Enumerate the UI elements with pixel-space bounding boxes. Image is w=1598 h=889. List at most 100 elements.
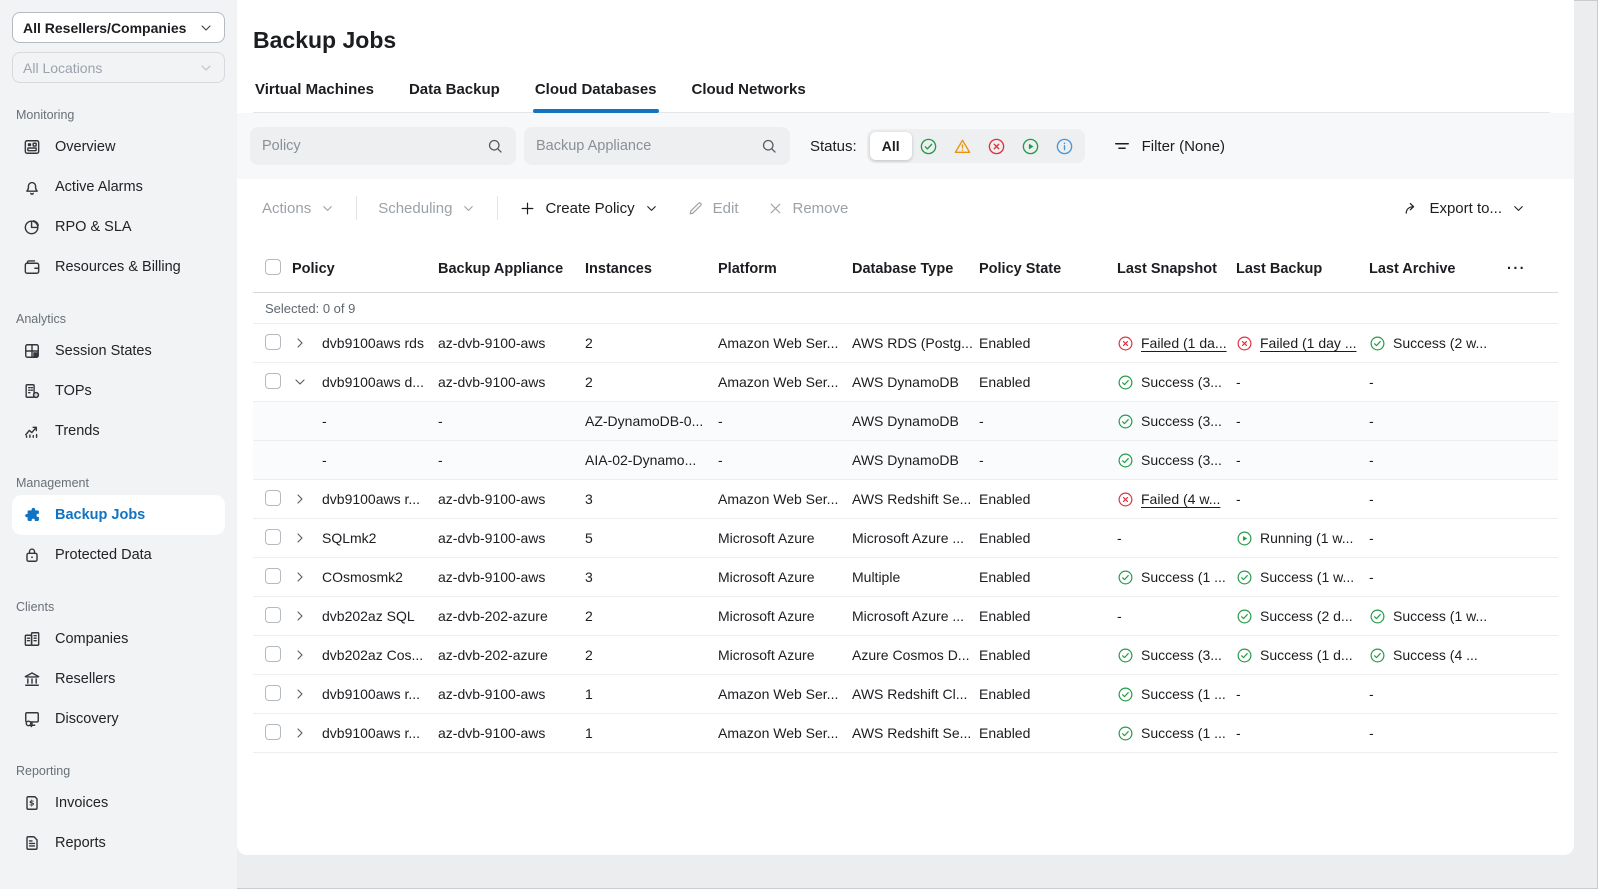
tab-virtual-machines[interactable]: Virtual Machines — [253, 81, 376, 112]
sidebar-item-trends[interactable]: Trends — [12, 411, 225, 451]
sidebar-item-rpo-sla[interactable]: RPO & SLA — [12, 207, 225, 247]
policy-search[interactable] — [250, 127, 516, 165]
chevron-right-icon[interactable] — [292, 335, 322, 351]
status-filter-running[interactable] — [1014, 132, 1048, 160]
status-filter-group: All — [867, 129, 1085, 163]
cell-backup-appliance: az-dvb-9100-aws — [438, 335, 585, 351]
resellers-select[interactable]: All Resellers/Companies — [12, 12, 225, 43]
chevron-right-icon[interactable] — [292, 686, 322, 702]
cell-last-snapshot-text: Success (3... — [1141, 647, 1222, 663]
sidebar-item-label: Backup Jobs — [55, 507, 145, 523]
status-filter-info[interactable] — [1048, 132, 1082, 160]
row-checkbox[interactable] — [265, 607, 281, 623]
sidebar-item-reports[interactable]: Reports — [12, 823, 225, 863]
policy-search-input[interactable] — [262, 138, 478, 154]
table-row[interactable]: dvb9100aws r... az-dvb-9100-aws 1 Amazon… — [253, 675, 1558, 714]
appliance-search-input[interactable] — [536, 138, 752, 154]
tab-cloud-networks[interactable]: Cloud Networks — [690, 81, 808, 112]
chevron-right-icon[interactable] — [292, 530, 322, 546]
sidebar-item-protected-data[interactable]: Protected Data — [12, 535, 225, 575]
select-all-checkbox[interactable] — [265, 259, 281, 275]
sidebar-item-session-states[interactable]: Session States — [12, 331, 225, 371]
section-label-management: Management — [16, 476, 221, 490]
status-filter-success[interactable] — [912, 132, 946, 160]
export-button[interactable]: Export to... — [1403, 200, 1526, 217]
chevron-right-icon[interactable] — [292, 491, 322, 507]
row-checkbox[interactable] — [265, 373, 281, 389]
page-title: Backup Jobs — [253, 27, 1550, 54]
row-checkbox[interactable] — [265, 646, 281, 662]
locations-select[interactable]: All Locations — [12, 52, 225, 83]
sidebar-item-resources-billing[interactable]: Resources & Billing — [12, 247, 225, 287]
table-row[interactable]: dvb9100aws d... az-dvb-9100-aws 2 Amazon… — [253, 363, 1558, 402]
table-row[interactable]: dvb9100aws r... az-dvb-9100-aws 3 Amazon… — [253, 480, 1558, 519]
chevron-down-icon — [198, 60, 214, 76]
appliance-search[interactable] — [524, 127, 790, 165]
row-checkbox[interactable] — [265, 568, 281, 584]
tab-data-backup[interactable]: Data Backup — [407, 81, 502, 112]
bell-icon — [22, 177, 42, 197]
cell-last-snapshot-text[interactable]: Failed (4 w... — [1141, 491, 1220, 507]
columns-menu-button[interactable]: ··· — [1505, 261, 1558, 277]
table-row[interactable]: dvb9100aws rds az-dvb-9100-aws 2 Amazon … — [253, 324, 1558, 363]
status-filter-all[interactable]: All — [870, 132, 912, 160]
sidebar-item-resellers[interactable]: Resellers — [12, 659, 225, 699]
sidebar-item-discovery[interactable]: Discovery — [12, 699, 225, 739]
remove-button[interactable]: Remove — [767, 200, 849, 217]
cell-database-type: Microsoft Azure ... — [852, 530, 979, 546]
sidebar-item-active-alarms[interactable]: Active Alarms — [12, 167, 225, 207]
cell-last-backup-text[interactable]: Failed (1 day ... — [1260, 335, 1357, 351]
cell-last-backup-text: Running (1 w... — [1260, 530, 1353, 546]
row-checkbox[interactable] — [265, 334, 281, 350]
sidebar-item-backup-jobs[interactable]: Backup Jobs — [12, 495, 225, 535]
sidebar-item-label: Resources & Billing — [55, 259, 181, 275]
table-row[interactable]: - - AIA-02-Dynamo... - AWS DynamoDB - Su… — [253, 441, 1558, 480]
edit-button[interactable]: Edit — [687, 200, 739, 217]
table-row[interactable]: COsmosmk2 az-dvb-9100-aws 3 Microsoft Az… — [253, 558, 1558, 597]
chevron-right-icon[interactable] — [292, 647, 322, 663]
row-checkbox[interactable] — [265, 724, 281, 740]
cell-last-snapshot: Failed (1 da... — [1117, 335, 1236, 352]
sidebar-item-companies[interactable]: Companies — [12, 619, 225, 659]
create-policy-button-label: Create Policy — [545, 200, 634, 217]
actions-button[interactable]: Actions — [262, 200, 335, 217]
scheduling-button[interactable]: Scheduling — [378, 200, 476, 217]
sidebar-item-overview[interactable]: Overview — [12, 127, 225, 167]
row-checkbox[interactable] — [265, 490, 281, 506]
grid-panes-icon — [22, 341, 42, 361]
status-filter-warning[interactable] — [946, 132, 980, 160]
sidebar-item-invoices[interactable]: $ Invoices — [12, 783, 225, 823]
cell-last-archive: - — [1369, 491, 1505, 507]
chevron-down-icon[interactable] — [292, 374, 322, 390]
cell-policy: - — [322, 413, 327, 429]
failed-icon — [1117, 335, 1134, 352]
sidebar-item-tops[interactable]: TOPs — [12, 371, 225, 411]
success-icon — [1117, 569, 1134, 586]
row-checkbox[interactable] — [265, 685, 281, 701]
cell-backup-appliance: az-dvb-9100-aws — [438, 491, 585, 507]
row-checkbox[interactable] — [265, 529, 281, 545]
chevron-right-icon[interactable] — [292, 725, 322, 741]
toolbar-divider — [497, 196, 498, 220]
chevron-right-icon[interactable] — [292, 608, 322, 624]
column-header-backup-appliance: Backup Appliance — [438, 261, 585, 277]
filter-button[interactable]: Filter (None) — [1112, 136, 1225, 156]
chevron-right-icon[interactable] — [292, 569, 322, 585]
tab-cloud-databases[interactable]: Cloud Databases — [533, 81, 659, 112]
table-row[interactable]: dvb9100aws r... az-dvb-9100-aws 1 Amazon… — [253, 714, 1558, 753]
table-row[interactable]: dvb202az SQL az-dvb-202-azure 2 Microsof… — [253, 597, 1558, 636]
cell-backup-appliance: az-dvb-9100-aws — [438, 686, 585, 702]
create-policy-button[interactable]: Create Policy — [519, 200, 658, 217]
cell-last-snapshot-text[interactable]: Failed (1 da... — [1141, 335, 1227, 351]
table-row[interactable]: dvb202az Cos... az-dvb-202-azure 2 Micro… — [253, 636, 1558, 675]
success-icon — [1117, 413, 1134, 430]
cell-last-backup-text: Success (2 d... — [1260, 608, 1353, 624]
cell-last-snapshot: Success (3... — [1117, 647, 1236, 664]
cell-database-type: AWS Redshift Se... — [852, 725, 979, 741]
cell-backup-appliance: az-dvb-9100-aws — [438, 374, 585, 390]
cell-last-archive: - — [1369, 413, 1505, 429]
status-filter-failed[interactable] — [980, 132, 1014, 160]
table-row[interactable]: SQLmk2 az-dvb-9100-aws 5 Microsoft Azure… — [253, 519, 1558, 558]
table-row[interactable]: - - AZ-DynamoDB-0... - AWS DynamoDB - Su… — [253, 402, 1558, 441]
cell-instances: 2 — [585, 374, 718, 390]
